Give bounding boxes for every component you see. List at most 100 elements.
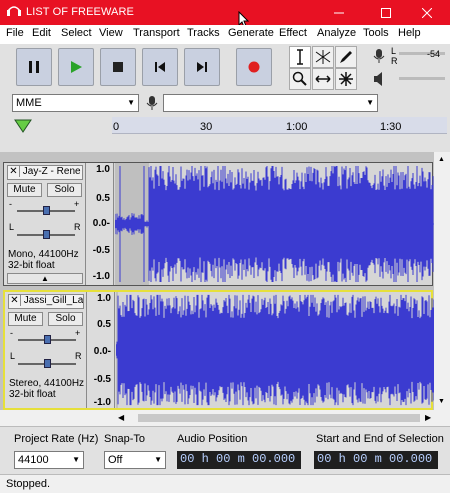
gain-slider[interactable] [17, 206, 75, 215]
pin-playhead-icon[interactable] [14, 119, 32, 133]
audio-track[interactable]: ✕ Jay-Z - Rene ▼ Mute Solo - + L R Mono,… [3, 162, 434, 286]
selection-start-time[interactable]: 00 h 00 m 00.000 s [314, 451, 438, 469]
menu-generate[interactable]: Generate [228, 25, 274, 39]
time-shift-tool-button[interactable] [312, 68, 334, 90]
amplitude-scale: 1.0 0.5 0.0- -0.5 -1.0 [86, 163, 114, 285]
mute-button[interactable]: Mute [8, 312, 43, 326]
multi-tool-button[interactable] [335, 68, 357, 90]
stop-icon [113, 62, 123, 72]
close-track-icon[interactable]: ✕ [8, 166, 20, 177]
track-name-menu[interactable]: ✕ Jassi_Gill_La [8, 294, 84, 309]
menu-transport[interactable]: Transport [133, 25, 180, 39]
transport-toolbar: L R -54 [0, 44, 450, 92]
gain-slider[interactable] [18, 335, 76, 344]
audio-position-label: Audio Position [177, 433, 248, 445]
scrollbar-thumb[interactable] [138, 414, 420, 422]
selection-tool-button[interactable] [289, 46, 311, 68]
scroll-down-icon[interactable]: ▼ [438, 398, 445, 405]
microphone-icon [146, 96, 158, 110]
recording-device-select[interactable]: ▼ [163, 94, 378, 112]
collapse-track-button[interactable]: ▲ [7, 273, 83, 284]
audio-track[interactable]: ✕ Jassi_Gill_La Mute Solo - + L R Stereo… [3, 290, 435, 410]
pan-slider[interactable] [18, 359, 76, 368]
close-icon [422, 7, 432, 18]
play-button[interactable] [58, 48, 94, 86]
pencil-icon [340, 51, 352, 63]
scroll-right-icon[interactable]: ▶ [425, 413, 431, 422]
double-arrow-icon [315, 75, 331, 83]
time-ruler[interactable]: 0 30 1:00 1:30 [112, 117, 447, 134]
track-format: Mono, 44100Hz [8, 249, 79, 260]
magnifier-icon [292, 71, 307, 86]
waveform[interactable] [116, 292, 435, 408]
device-toolbar: MME ▼ ▼ [0, 92, 450, 114]
i-beam-icon [297, 49, 303, 65]
skip-to-start-icon [155, 62, 165, 72]
envelope-tool-button[interactable] [312, 46, 334, 68]
menu-tracks[interactable]: Tracks [187, 25, 220, 39]
audio-host-select[interactable]: MME ▼ [12, 94, 139, 112]
menu-analyze[interactable]: Analyze [317, 25, 356, 39]
menu-view[interactable]: View [99, 25, 123, 39]
solo-button[interactable]: Solo [47, 183, 82, 197]
amplitude-scale: 1.0 0.5 0.0- -0.5 -1.0 [87, 292, 115, 408]
scroll-up-icon[interactable]: ▲ [438, 156, 445, 163]
snap-to-select[interactable]: Off ▼ [104, 451, 166, 469]
skip-to-end-button[interactable] [184, 48, 220, 86]
draw-tool-button[interactable] [335, 46, 357, 68]
scale-label: -0.5 [93, 374, 111, 385]
track-bit-depth: 32-bit float [8, 260, 55, 271]
menu-tools[interactable]: Tools [363, 25, 389, 39]
solo-button[interactable]: Solo [48, 312, 83, 326]
maximize-button[interactable] [363, 0, 409, 25]
slider-knob[interactable] [43, 206, 50, 215]
play-icon [71, 61, 82, 73]
pause-icon [29, 61, 39, 73]
record-icon [248, 61, 260, 73]
title-bar: LIST OF FREEWARE [0, 0, 450, 25]
stop-button[interactable] [100, 48, 136, 86]
pan-slider[interactable] [17, 230, 75, 239]
menu-file[interactable]: File [6, 25, 24, 39]
vertical-scrollbar[interactable]: ▲ ▼ [434, 152, 450, 410]
track-format: Stereo, 44100Hz [9, 378, 85, 389]
scroll-left-icon[interactable]: ◀ [118, 413, 124, 422]
selection-toolbar: Project Rate (Hz) 44100 ▼ Snap-To Off ▼ … [0, 426, 450, 474]
project-rate-select[interactable]: 44100 ▼ [14, 451, 84, 469]
speaker-icon [374, 72, 382, 86]
close-track-icon[interactable]: ✕ [9, 295, 21, 306]
audio-position-time[interactable]: 00 h 00 m 00.000 s [177, 451, 301, 469]
pan-right-label: R [75, 351, 82, 361]
ruler-tick-label: 1:30 [380, 121, 402, 133]
menu-edit[interactable]: Edit [32, 25, 51, 39]
skip-to-end-icon [197, 62, 207, 72]
track-name: Jassi_Gill_La [23, 295, 84, 306]
menu-effect[interactable]: Effect [279, 25, 307, 39]
track-name-menu[interactable]: ✕ Jay-Z - Rene ▼ [7, 165, 83, 180]
tracks-area: ✕ Jay-Z - Rene ▼ Mute Solo - + L R Mono,… [0, 152, 450, 410]
track-name: Jay-Z - Rene [22, 166, 81, 177]
minimize-button[interactable] [316, 0, 362, 25]
minimize-icon [334, 12, 344, 13]
mute-button[interactable]: Mute [7, 183, 42, 197]
horizontal-scrollbar[interactable]: ◀ ▶ [0, 410, 450, 426]
chevron-down-icon: ▼ [127, 98, 135, 107]
slider-knob[interactable] [44, 335, 51, 344]
chevron-down-icon: ▼ [72, 455, 80, 464]
zoom-tool-button[interactable] [289, 68, 311, 90]
meter-left-label: L [391, 46, 397, 56]
menu-select[interactable]: Select [61, 25, 92, 39]
scale-label: 0.5 [97, 319, 111, 330]
waveform[interactable] [115, 163, 434, 285]
scale-label: 1.0 [96, 164, 110, 175]
status-bar: Stopped. [0, 474, 450, 493]
slider-knob[interactable] [43, 230, 50, 239]
meter-right-label: R [391, 56, 398, 66]
record-button[interactable] [236, 48, 272, 86]
slider-knob[interactable] [44, 359, 51, 368]
skip-to-start-button[interactable] [142, 48, 178, 86]
scale-label: -1.0 [92, 271, 110, 282]
menu-help[interactable]: Help [398, 25, 421, 39]
close-button[interactable] [404, 0, 450, 25]
pause-button[interactable] [16, 48, 52, 86]
